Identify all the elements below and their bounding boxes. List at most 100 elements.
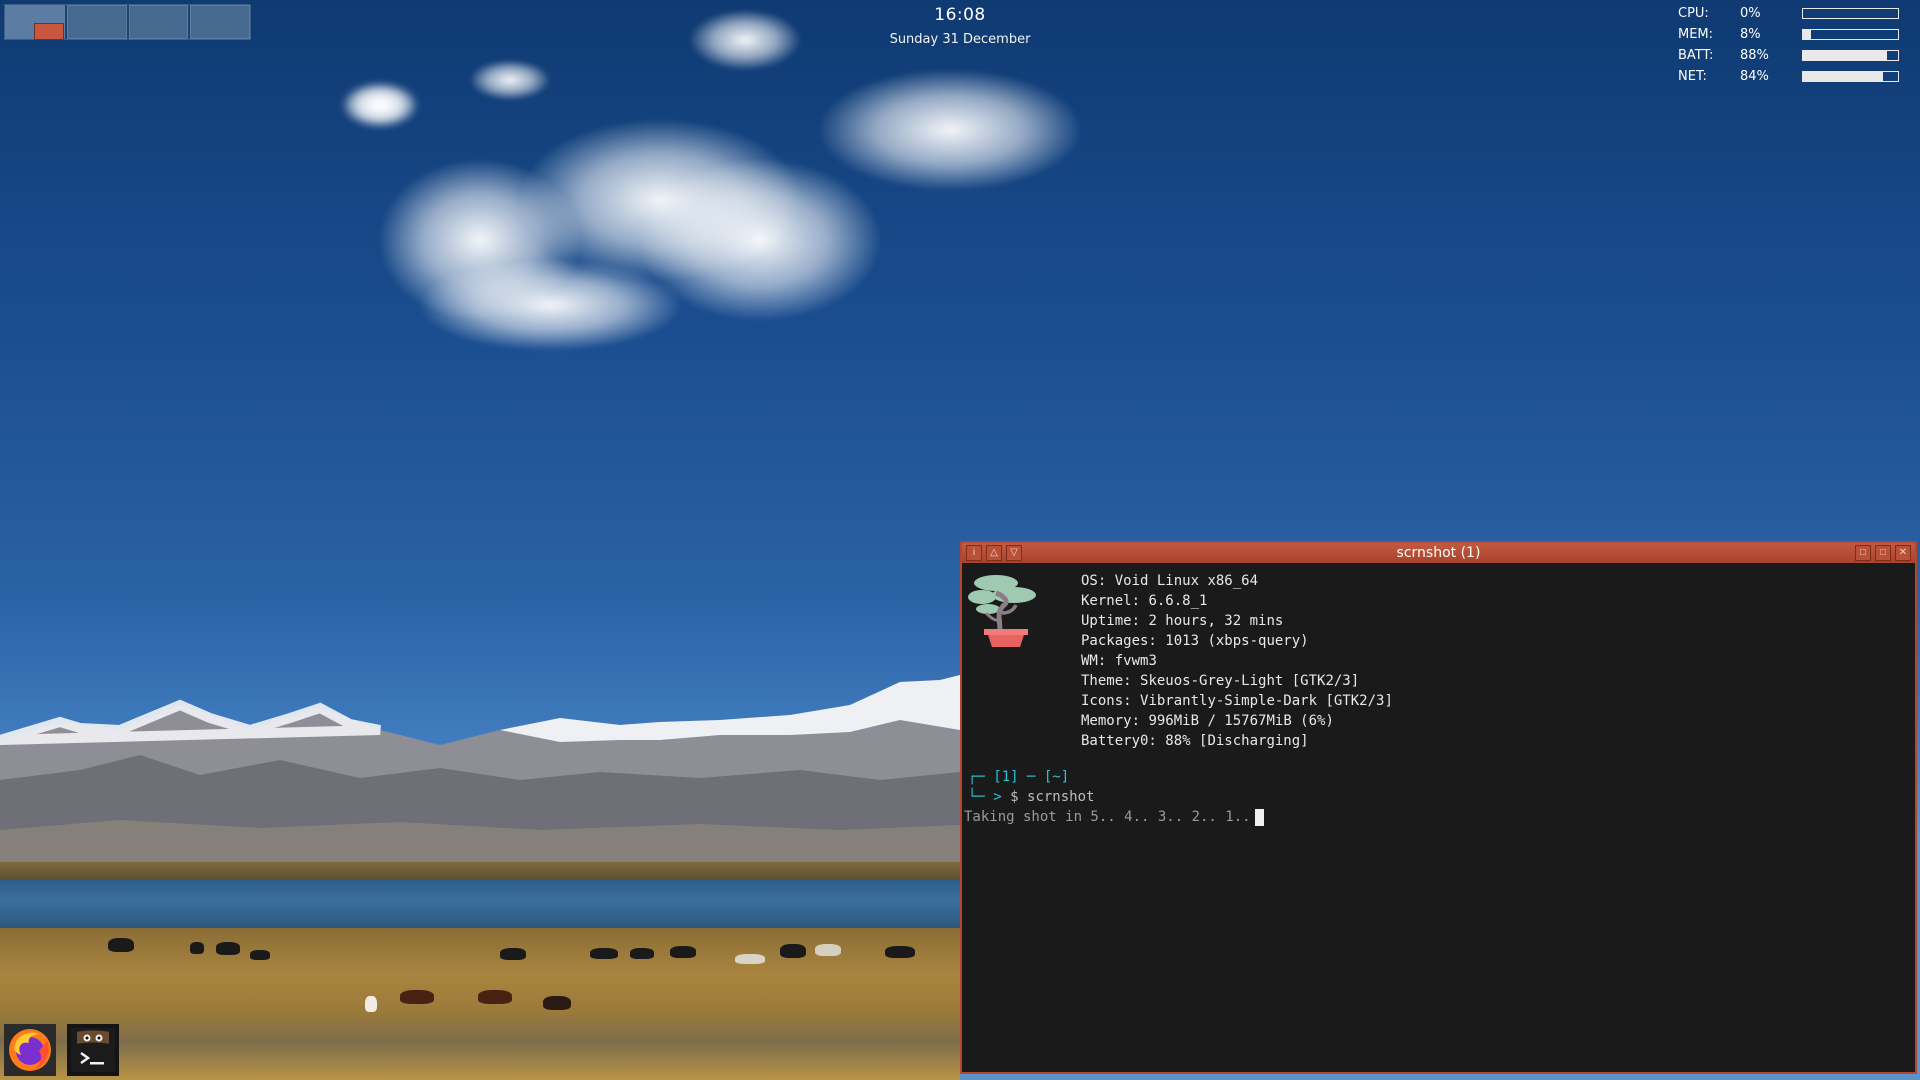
text-cursor [1254,808,1264,826]
cloud [420,260,680,350]
stat-batt: BATT: 88% [1678,45,1914,66]
info-value: fvwm3 [1114,653,1157,669]
terminal-content[interactable]: OS: Void Linux x86_64 Kernel: 6.6.8_1 Up… [962,563,1915,1072]
cloud [690,10,800,70]
window-titlebar[interactable]: i △ ▽ scrnshot (1) □ □ ✕ [962,543,1915,563]
prompt-arrow: └─ > [968,789,1011,805]
yak [735,954,765,964]
window-minimize-button[interactable]: □ [1855,545,1871,561]
stat-label: BATT: [1678,48,1714,63]
stat-bar [1802,29,1899,40]
info-value: 2 hours, 32 mins [1148,613,1284,629]
stat-mem: MEM: 8% [1678,24,1914,45]
stat-net: NET: 84% [1678,66,1914,87]
horse [543,996,571,1010]
cloud [345,85,415,125]
yak [190,942,204,954]
window-close-button[interactable]: ✕ [1895,545,1911,561]
info-line: Packages: 1013 (xbps-query) [1081,631,1393,651]
pager-desktop-2[interactable] [66,5,127,39]
info-value: 6.6.8_1 [1148,593,1208,609]
triangle-up-icon: △ [990,547,998,558]
info-line: Memory: 996MiB / 15767MiB (6%) [1081,711,1393,731]
command-output: Taking shot in 5.. 4.. 3.. 2.. 1.. [964,807,1264,827]
info-key: Icons: [1081,693,1132,709]
horse [365,996,377,1012]
stat-label: CPU: [1678,6,1709,21]
stat-bar-fill [1803,72,1883,81]
terminal-window[interactable]: i △ ▽ scrnshot (1) □ □ ✕ OS: Void Linux … [960,541,1917,1074]
clock-widget: 16:08 Sunday 31 December [860,5,1060,47]
menu-icon: i [972,547,976,558]
info-key: Uptime: [1081,613,1141,629]
stat-label: NET: [1678,69,1707,84]
prompt-job: ┌─ [1] ─ [968,769,1044,785]
window-shade-down-button[interactable]: ▽ [1006,545,1022,561]
info-value: 1013 (xbps-query) [1165,633,1309,649]
stat-bar [1802,71,1899,82]
info-line: Kernel: 6.6.8_1 [1081,591,1393,611]
stat-bar-fill [1803,30,1811,39]
close-icon: ✕ [1898,547,1908,558]
shoreline [0,862,960,882]
maximize-icon: □ [1879,547,1887,558]
pager-desktop-4[interactable] [190,5,250,39]
bonsai-logo-icon [968,575,1036,647]
info-value: 88% [Discharging] [1165,733,1309,749]
prompt-directory: [~] [1043,769,1070,785]
window-menu-button[interactable]: i [966,545,982,561]
prompt-command: $ scrnshot [1010,789,1095,805]
info-value: 996MiB / 15767MiB (6%) [1148,713,1334,729]
system-info-block: OS: Void Linux x86_64 Kernel: 6.6.8_1 Up… [1081,571,1393,751]
pager-desktop-3[interactable] [128,5,189,39]
output-text: Taking shot in 5.. 4.. 3.. 2.. 1.. [964,809,1251,825]
yak [630,948,654,959]
yak [590,948,618,959]
horse [400,990,434,1004]
terminal-icon [71,1028,115,1072]
info-line: Theme: Skeuos-Grey-Light [GTK2/3] [1081,671,1393,691]
stat-value: 0% [1740,6,1761,21]
info-line: WM: fvwm3 [1081,651,1393,671]
yak [780,944,806,958]
pager-window-thumbnail[interactable] [34,23,64,40]
yak [815,944,841,956]
stat-label: MEM: [1678,27,1714,42]
stat-bar [1802,50,1899,61]
info-line: Icons: Vibrantly-Simple-Dark [GTK2/3] [1081,691,1393,711]
info-value: Void Linux x86_64 [1114,573,1259,589]
info-key: Packages: [1081,633,1157,649]
prompt-line-1: ┌─ [1] ─ [~] [968,767,1094,787]
info-key: Kernel: [1081,593,1141,609]
firefox-icon [9,1029,51,1071]
yak [250,950,270,960]
window-maximize-button[interactable]: □ [1875,545,1891,561]
info-value: Skeuos-Grey-Light [GTK2/3] [1140,673,1360,689]
window-shade-up-button[interactable]: △ [986,545,1002,561]
stat-value: 8% [1740,27,1761,42]
info-key: OS: [1081,573,1107,589]
stat-bar [1802,8,1899,19]
info-key: WM: [1081,653,1107,669]
lake [0,880,960,932]
system-stats-widget: CPU: 0% MEM: 8% BATT: 88% NET: 84% [1678,3,1914,87]
stat-cpu: CPU: 0% [1678,3,1914,24]
shell-prompt: ┌─ [1] ─ [~] └─ > $ scrnshot [968,767,1094,807]
info-key: Battery0: [1081,733,1157,749]
stat-value: 88% [1740,48,1769,63]
yak [500,948,526,960]
clock-date: Sunday 31 December [889,32,1031,47]
terminal-launcher[interactable] [67,1024,119,1076]
desktop-pager [4,4,251,40]
firefox-launcher[interactable] [4,1024,56,1076]
cloud [470,60,550,100]
minimize-icon: □ [1859,547,1867,558]
horse [478,990,512,1004]
pager-desktop-1[interactable] [5,5,65,40]
clock-time: 16:08 [934,5,986,25]
info-line: Uptime: 2 hours, 32 mins [1081,611,1393,631]
yak [216,942,240,955]
stat-bar-fill [1803,51,1887,60]
yak [108,938,134,952]
info-key: Theme: [1081,673,1132,689]
